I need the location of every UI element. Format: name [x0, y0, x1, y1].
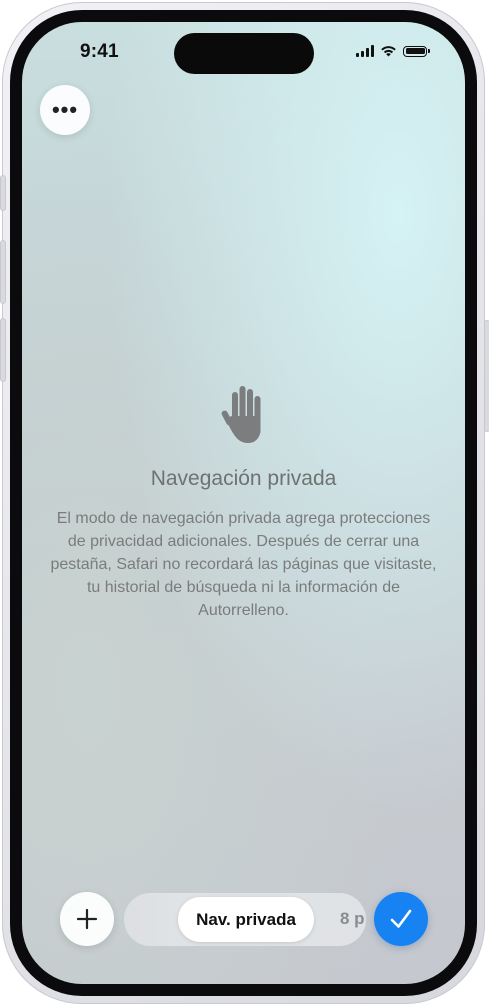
empty-state-description: El modo de navegación privada agrega pro… — [50, 510, 437, 619]
battery-icon — [403, 45, 430, 57]
plus-icon — [76, 908, 98, 930]
tab-group-switcher[interactable]: Nav. privada 8 p — [124, 893, 366, 946]
tab-group-fade — [124, 893, 178, 946]
tab-group-next[interactable]: 8 p — [340, 909, 365, 929]
checkmark-icon — [390, 909, 412, 928]
wifi-icon — [381, 46, 396, 57]
volume-up-button — [0, 240, 6, 304]
done-button[interactable] — [374, 892, 428, 946]
action-button — [0, 175, 6, 211]
new-tab-button[interactable] — [60, 892, 114, 946]
tab-group-private[interactable]: Nav. privada — [178, 897, 314, 942]
raised-hand-icon — [221, 386, 261, 443]
power-button — [484, 320, 489, 432]
screen: 9:41 ••• Navegación privada El modo de n… — [22, 22, 465, 984]
empty-state-title: Navegación privada — [150, 467, 337, 490]
status-icons — [356, 45, 430, 57]
more-options-button[interactable]: ••• — [40, 85, 90, 135]
ellipsis-icon: ••• — [51, 97, 79, 122]
cellular-signal-icon — [356, 45, 374, 57]
volume-down-button — [0, 318, 6, 382]
dynamic-island — [174, 33, 314, 74]
status-time: 9:41 — [80, 41, 119, 62]
